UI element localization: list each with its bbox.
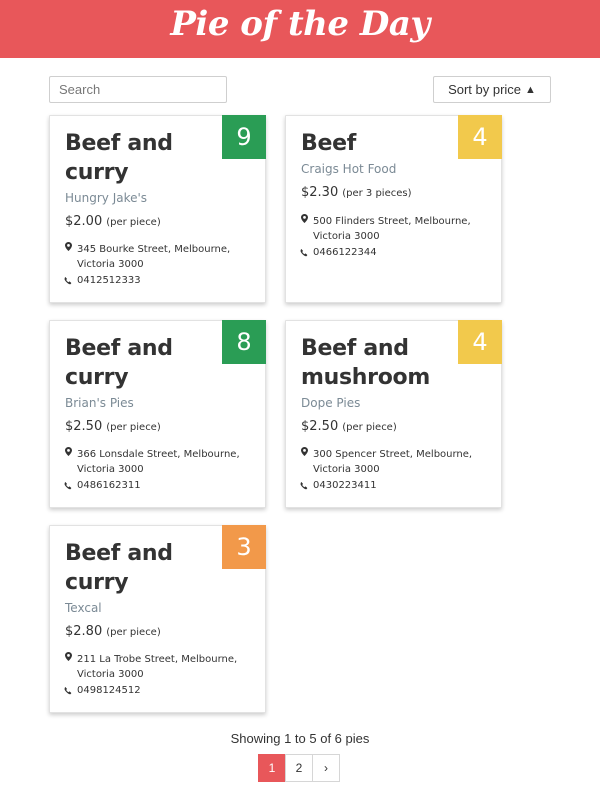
address: 345 Bourke Street, Melbourne, Victoria 3… [64,242,254,272]
map-pin-icon [64,447,72,477]
rating-badge: 4 [458,115,502,159]
app-header: Pie of the Day [0,0,600,58]
phone-icon [300,248,308,257]
address-text: 300 Spencer Street, Melbourne, Victoria … [313,449,473,475]
price-unit: (per piece) [106,627,161,638]
price-line: $2.50 (per piece) [65,419,161,434]
shop-name: Craigs Hot Food [301,162,397,176]
phone-icon [300,481,308,490]
address: 300 Spencer Street, Melbourne, Victoria … [300,447,490,477]
price: $2.00 [65,214,103,229]
sort-ascending-icon: ▲ [525,83,536,96]
phone-icon [64,276,72,285]
pie-card[interactable]: 8 Beef and curry Brian's Pies $2.50 (per… [49,320,266,508]
pie-name: Beef and curry [65,541,173,595]
search-input[interactable] [49,76,227,103]
pie-name: Beef and curry [65,336,173,390]
rating-badge: 8 [222,320,266,364]
pie-name: Beef [301,131,356,156]
shop-name: Dope Pies [301,396,361,410]
phone: 0412512333 [64,273,141,288]
page-2-button[interactable]: 2 [285,754,313,782]
shop-name: Texcal [65,601,102,615]
pie-card[interactable]: 3 Beef and curry Texcal $2.80 (per piece… [49,525,266,713]
phone: 0498124512 [64,683,141,698]
address: 366 Lonsdale Street, Melbourne, Victoria… [64,447,254,477]
price: $2.50 [65,419,103,434]
price: $2.80 [65,624,103,639]
address-text: 366 Lonsdale Street, Melbourne, Victoria… [77,449,240,475]
price-line: $2.30 (per 3 pieces) [301,185,412,200]
address: 211 La Trobe Street, Melbourne, Victoria… [64,652,254,682]
sort-by-price-button[interactable]: Sort by price ▲ [433,76,551,103]
price-line: $2.50 (per piece) [301,419,397,434]
pie-card[interactable]: 9 Beef and curry Hungry Jake's $2.00 (pe… [49,115,266,303]
phone: 0430223411 [300,478,377,493]
address-text: 345 Bourke Street, Melbourne, Victoria 3… [77,244,231,270]
pagination: 1 2 › [258,754,340,782]
price-line: $2.80 (per piece) [65,624,161,639]
pie-name: Beef and curry [65,131,173,185]
rating-badge: 3 [222,525,266,569]
price-unit: (per 3 pieces) [342,188,412,199]
phone-text: 0430223411 [313,480,377,491]
phone: 0486162311 [64,478,141,493]
address-text: 500 Flinders Street, Melbourne, Victoria… [313,216,471,242]
phone: 0466122344 [300,245,377,260]
address: 500 Flinders Street, Melbourne, Victoria… [300,214,490,244]
sort-label: Sort by price [448,82,522,97]
page-1-button[interactable]: 1 [258,754,286,782]
price: $2.30 [301,185,339,200]
app-title: Pie of the Day [170,4,430,44]
price-unit: (per piece) [106,217,161,228]
price-line: $2.00 (per piece) [65,214,161,229]
pie-card[interactable]: 4 Beef Craigs Hot Food $2.30 (per 3 piec… [285,115,502,303]
phone-icon [64,481,72,490]
map-pin-icon [300,447,308,477]
next-page-button[interactable]: › [312,754,340,782]
map-pin-icon [300,214,308,244]
phone-icon [64,686,72,695]
results-summary: Showing 1 to 5 of 6 pies [230,731,370,746]
price: $2.50 [301,419,339,434]
price-unit: (per piece) [106,422,161,433]
phone-text: 0498124512 [77,685,141,696]
map-pin-icon [64,652,72,682]
shop-name: Brian's Pies [65,396,134,410]
phone-text: 0486162311 [77,480,141,491]
shop-name: Hungry Jake's [65,191,148,205]
phone-text: 0412512333 [77,275,141,286]
pie-card[interactable]: 4 Beef and mushroom Dope Pies $2.50 (per… [285,320,502,508]
rating-badge: 4 [458,320,502,364]
pie-name: Beef and mushroom [301,336,430,390]
phone-text: 0466122344 [313,247,377,258]
address-text: 211 La Trobe Street, Melbourne, Victoria… [77,654,238,680]
rating-badge: 9 [222,115,266,159]
price-unit: (per piece) [342,422,397,433]
map-pin-icon [64,242,72,272]
